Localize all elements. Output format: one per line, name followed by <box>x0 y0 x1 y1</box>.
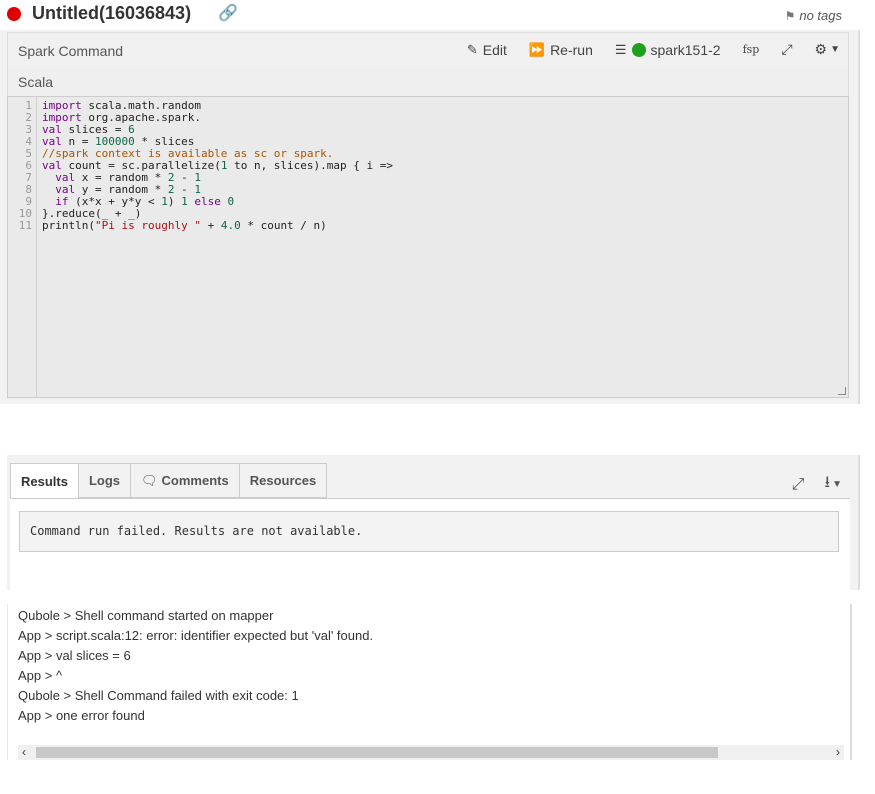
code-line: println("Pi is roughly " + 4.0 * count /… <box>42 219 327 232</box>
expand-icon: ⤢ <box>781 41 793 57</box>
results-body: Command run failed. Results are not avai… <box>10 498 850 590</box>
status-indicator <box>7 7 21 21</box>
log-line: App > script.scala:12: error: identifier… <box>18 628 374 643</box>
command-toolbar: ✎ Edit ⏩ Re-run ☰ spark151-2 fsp ⤢ ⚙ ▼ <box>445 41 840 58</box>
pencil-icon: ✎ <box>466 41 478 57</box>
caret-down-icon: ▼ <box>830 44 840 55</box>
log-line: Qubole > Shell Command failed with exit … <box>18 688 299 703</box>
log-line: App > one error found <box>18 708 145 723</box>
gear-icon: ⚙ <box>814 41 828 57</box>
link-icon[interactable]: 🔗 <box>218 3 238 23</box>
page-title[interactable]: Untitled(16036843) <box>32 3 191 24</box>
cluster-label: spark151-2 <box>650 41 721 58</box>
download-dropdown[interactable]: ⭳ ▼ <box>824 471 842 498</box>
rerun-button[interactable]: ⏩ Re-run <box>529 42 593 58</box>
settings-dropdown[interactable]: ⚙ ▼ <box>815 41 840 58</box>
logs-panel: Qubole > Shell command started on mapper… <box>7 604 852 760</box>
error-message: Command run failed. Results are not avai… <box>19 511 839 552</box>
edit-button[interactable]: ✎ Edit <box>467 42 507 58</box>
line-number-gutter: 1 2 3 4 5 6 7 8 9 10 11 <box>8 97 37 397</box>
results-toolbar: ⤢ ⭳ ▼ <box>772 471 842 498</box>
comments-icon: 🗨 <box>141 472 158 488</box>
log-line: App > ^ <box>18 668 63 683</box>
horizontal-scrollbar[interactable]: ‹ › <box>18 745 844 760</box>
line-number: 11 <box>18 219 32 232</box>
tab-results-label: Results <box>21 473 68 489</box>
tag-icon: ⚑ <box>784 9 796 23</box>
command-header: Spark Command ✎ Edit ⏩ Re-run ☰ spark151… <box>7 32 849 68</box>
command-panel: Untitled(16036843) 🔗 ⚑ no tags Spark Comm… <box>0 0 860 404</box>
log-line: App > val slices = 6 <box>18 648 131 663</box>
language-label: Scala <box>18 74 54 90</box>
log-line: Qubole > Shell command started on mapper <box>18 608 274 623</box>
tags-label: no tags <box>799 8 842 23</box>
server-icon: ☰ <box>614 41 627 57</box>
tab-results[interactable]: Results <box>10 463 79 498</box>
results-panel: Results Logs 🗨 Comments Resources ⤢ ⭳ ▼ Co… <box>7 455 860 590</box>
command-type-title: Spark Command <box>18 43 124 59</box>
fsp-button[interactable]: fsp <box>743 43 760 56</box>
edit-label: Edit <box>482 41 507 58</box>
resize-handle[interactable] <box>838 387 846 395</box>
tab-comments[interactable]: 🗨 Comments <box>131 463 240 498</box>
tags[interactable]: ⚑ no tags <box>785 8 842 23</box>
expand-button[interactable]: ⤢ <box>781 41 792 58</box>
tab-logs-label: Logs <box>88 473 121 488</box>
language-bar: Scala <box>7 67 849 97</box>
scroll-right-icon[interactable]: › <box>836 745 840 760</box>
scroll-left-icon[interactable]: ‹ <box>22 745 26 760</box>
tab-resources-label: Resources <box>249 473 317 488</box>
expand-icon[interactable]: ⤢ <box>792 476 805 494</box>
code-editor[interactable]: 1 2 3 4 5 6 7 8 9 10 11 import scala.mat… <box>7 96 849 398</box>
tab-resources[interactable]: Resources <box>239 463 328 498</box>
tab-comments-label: Comments <box>161 473 229 488</box>
scrollbar-thumb[interactable] <box>36 747 718 758</box>
title-row: Untitled(16036843) 🔗 ⚑ no tags <box>0 0 860 30</box>
results-tabs: Results Logs 🗨 Comments Resources <box>10 463 328 498</box>
cluster-selector[interactable]: ☰ spark151-2 <box>615 42 721 58</box>
caret-down-icon: ▼ <box>832 479 842 490</box>
fast-forward-icon: ⏩ <box>528 41 546 57</box>
rerun-label: Re-run <box>550 41 593 58</box>
tab-logs[interactable]: Logs <box>78 463 132 498</box>
cluster-status-icon <box>631 42 646 57</box>
